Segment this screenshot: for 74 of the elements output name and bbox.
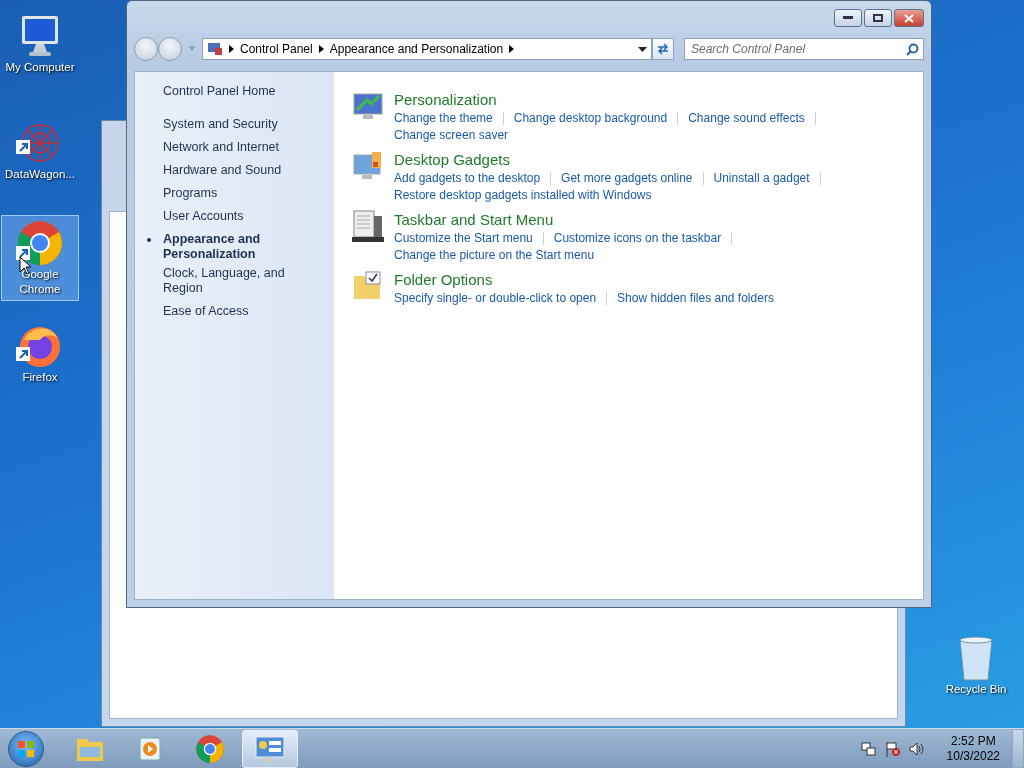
chevron-right-icon: [318, 45, 324, 53]
sidebar-item[interactable]: User Accounts: [163, 209, 326, 224]
clock-date: 10/3/2022: [946, 748, 1000, 764]
shortcut-arrow-icon: [16, 140, 30, 154]
task-link[interactable]: Change the picture on the Start menu: [394, 247, 595, 264]
desktop-icon[interactable]: Firefox: [1, 318, 79, 389]
sidebar-item[interactable]: Appearance and Personalization: [163, 232, 326, 262]
task-link[interactable]: Show hidden files and folders: [617, 290, 774, 307]
monitor-paint-icon: [352, 90, 384, 122]
start-button[interactable]: [8, 730, 44, 767]
address-bar[interactable]: Control Panel Appearance and Personalization: [202, 38, 652, 60]
windows-logo-icon: [17, 739, 35, 758]
desktop-icon-label: Google Chrome: [18, 267, 62, 297]
maximize-button[interactable]: [864, 9, 892, 27]
bullet-icon: [147, 238, 151, 242]
breadcrumb-item[interactable]: Appearance and Personalization: [329, 42, 504, 56]
search-icon[interactable]: [906, 43, 919, 56]
sidebar-link[interactable]: Control Panel Home: [163, 84, 326, 99]
task-link[interactable]: Customize the Start menu: [394, 230, 533, 247]
taskbar-window-icon: [352, 210, 384, 242]
breadcrumb-item[interactable]: Control Panel: [240, 42, 313, 56]
desktop-icon[interactable]: My Computer: [1, 8, 79, 79]
task-link[interactable]: Change desktop background: [513, 110, 668, 127]
clock-time: 2:52 PM: [950, 733, 996, 749]
sidebar-item[interactable]: Hardware and Sound: [163, 163, 326, 178]
sidebar-item[interactable]: Network and Internet: [163, 140, 326, 155]
task-link[interactable]: Get more gadgets online: [561, 170, 693, 187]
shortcut-arrow-icon: [16, 246, 30, 260]
speaker-icon[interactable]: [908, 740, 925, 757]
control-panel-icon: [254, 734, 286, 763]
category-title[interactable]: Folder Options: [394, 270, 774, 290]
control-panel-icon: [207, 42, 223, 56]
flag-error-icon[interactable]: [884, 740, 901, 757]
category-title[interactable]: Desktop Gadgets: [394, 150, 831, 170]
category-title[interactable]: Personalization: [394, 90, 826, 110]
refresh-button[interactable]: [652, 38, 674, 60]
sidebar-item[interactable]: Ease of Access: [163, 304, 326, 319]
task-link[interactable]: Specify single- or double-click to open: [394, 290, 597, 307]
task-link[interactable]: Add gadgets to the desktop: [394, 170, 541, 187]
task-link[interactable]: Change sound effects: [688, 110, 805, 127]
desktop-icon-label: DataWagon...: [5, 167, 75, 182]
close-button[interactable]: [894, 9, 924, 27]
close-icon: [904, 13, 914, 23]
task-link[interactable]: Change the theme: [394, 110, 493, 127]
search-field[interactable]: Search Control Panel: [684, 38, 924, 60]
shortcut-arrow-icon: [16, 347, 30, 361]
chrome-icon: [195, 733, 225, 764]
clock[interactable]: 2:52 PM 10/3/2022: [946, 733, 1000, 764]
desktop-icon[interactable]: DataWagon...: [1, 115, 79, 186]
folder-check-icon: [352, 270, 384, 302]
sidebar-item[interactable]: Clock, Language, and Region: [163, 266, 326, 296]
desktop-icon-label: Recycle Bin: [945, 682, 1007, 697]
network-icon[interactable]: [860, 740, 877, 757]
monitor-gadget-icon: [352, 150, 384, 182]
desktop-icon-label: Firefox: [22, 370, 58, 385]
sidebar-item[interactable]: System and Security: [163, 117, 326, 132]
minimize-button[interactable]: [834, 9, 862, 27]
task-link[interactable]: Customize icons on the taskbar: [553, 230, 722, 247]
minimize-icon: [843, 16, 853, 20]
chevron-right-icon: [509, 45, 515, 53]
dropdown-caret-icon[interactable]: [638, 46, 647, 52]
taskbar-button[interactable]: [242, 729, 298, 768]
chevron-right-icon: [229, 45, 234, 53]
task-link[interactable]: Change screen saver: [394, 127, 509, 144]
sidebar-item[interactable]: Programs: [163, 186, 326, 201]
task-link[interactable]: Restore desktop gadgets installed with Windows: [394, 187, 652, 204]
recycle-bin-icon: [956, 634, 996, 682]
task-link[interactable]: Uninstall a gadget: [713, 170, 810, 187]
refresh-icon: [656, 43, 670, 55]
category-title[interactable]: Taskbar and Start Menu: [394, 210, 743, 230]
recent-pages-caret-icon: [188, 46, 196, 52]
maximize-icon: [873, 14, 883, 22]
media-player-icon: [137, 734, 163, 763]
desktop-icon-label: My Computer: [5, 60, 75, 75]
